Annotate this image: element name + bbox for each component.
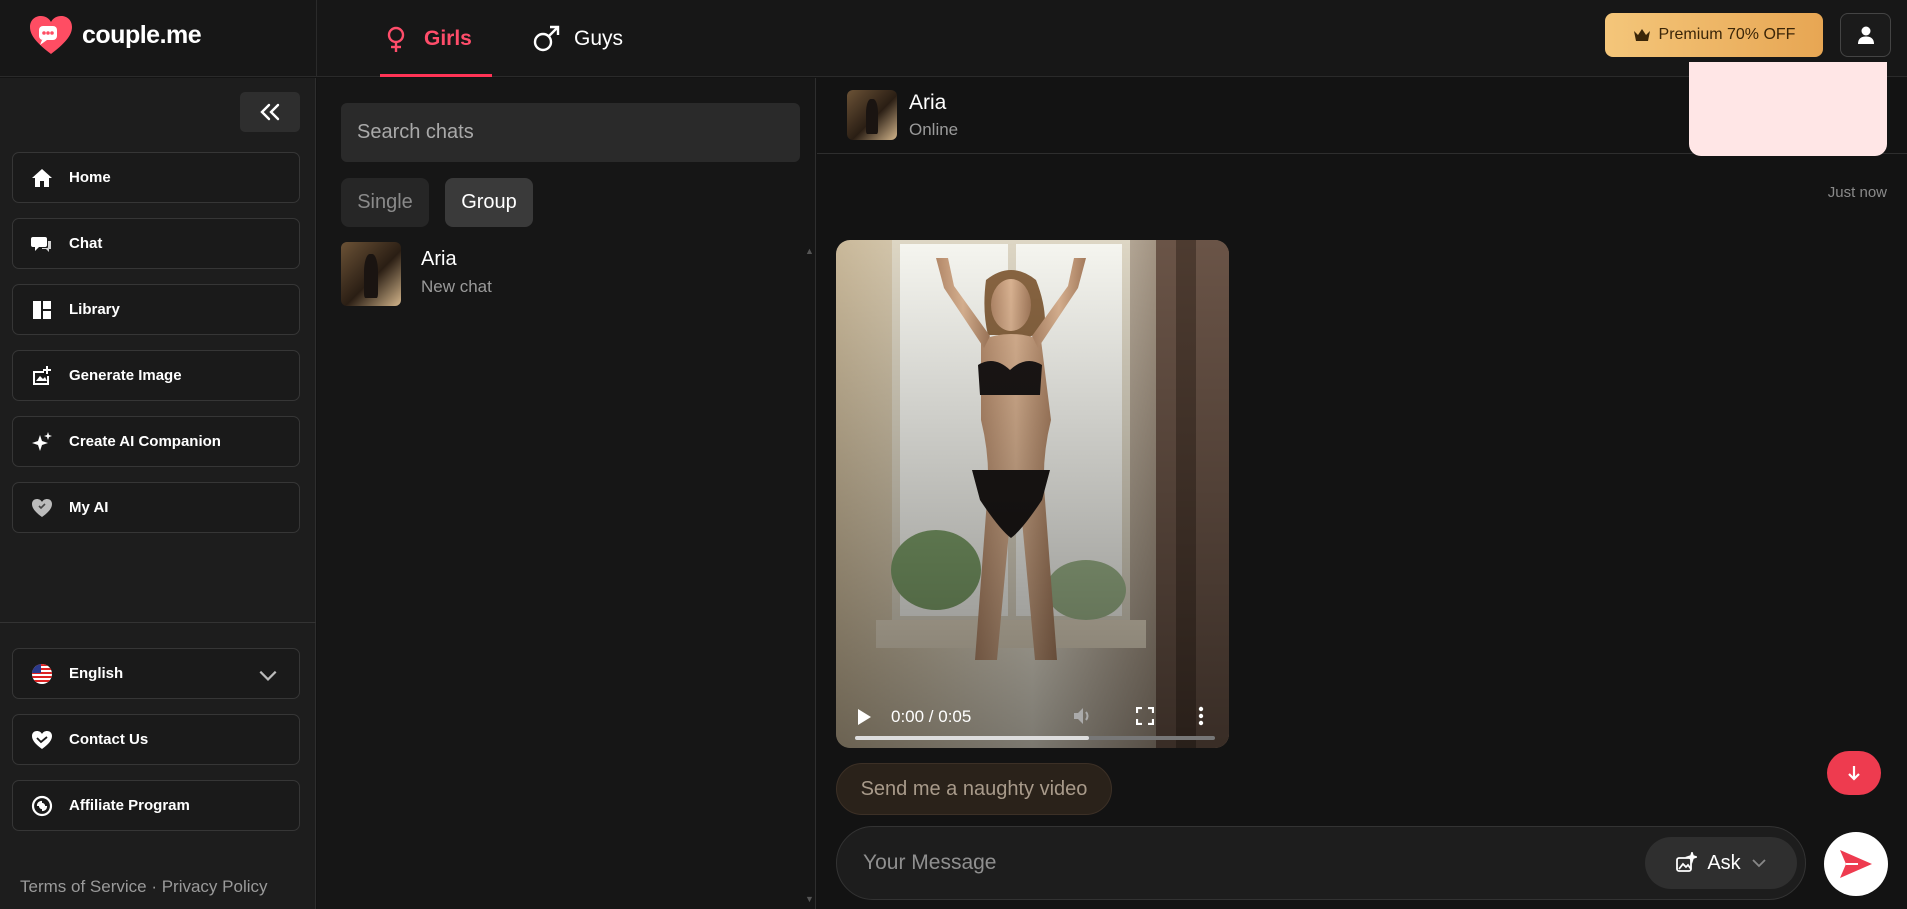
tab-girls-label: Girls: [424, 26, 472, 50]
tab-girls[interactable]: Girls: [380, 0, 492, 77]
sidebar-item-label: Home: [69, 169, 111, 186]
avatar: [341, 242, 401, 306]
brand-name: couple.me: [82, 20, 202, 49]
tab-guys[interactable]: Guys: [532, 0, 623, 77]
chat-panel: Aria Online Just now 0:00 / 0:05 Send me…: [817, 62, 1907, 909]
footer-links: Terms of Service · Privacy Policy: [20, 877, 268, 897]
affiliate-icon: [31, 795, 53, 816]
message-composer: Ask: [836, 826, 1806, 900]
play-icon[interactable]: [856, 708, 872, 726]
sidebar-item-my-ai[interactable]: My AI: [12, 482, 300, 533]
contact-name: Aria: [909, 91, 947, 114]
topbar-divider: [316, 0, 317, 77]
sidebar-item-label: Contact Us: [69, 731, 149, 748]
tab-guys-label: Guys: [574, 26, 624, 50]
chat-list-scrollbar[interactable]: ▲ ▼: [805, 246, 814, 906]
footer-separator: ·: [146, 877, 162, 896]
send-icon: [1840, 850, 1872, 878]
us-flag-icon: [32, 663, 52, 684]
sidebar-item-label: Affiliate Program: [69, 797, 190, 814]
chat-item-preview: New chat: [421, 277, 492, 296]
image-sparkle-icon: [1676, 852, 1698, 872]
crown-icon: [1633, 29, 1650, 41]
double-chevron-left-icon: [260, 103, 280, 121]
chat-item-name: Aria: [421, 248, 457, 270]
search-chats-input[interactable]: [341, 103, 800, 162]
logo-heart-icon: [30, 16, 72, 54]
language-select[interactable]: English: [12, 648, 300, 699]
volume-icon[interactable]: [1072, 706, 1094, 726]
profile-button[interactable]: [1840, 13, 1891, 57]
sidebar-item-contact-us[interactable]: Contact Us: [12, 714, 300, 765]
sidebar-item-affiliate-program[interactable]: Affiliate Program: [12, 780, 300, 831]
arrow-down-icon: [1848, 766, 1860, 781]
suggested-reply-chip[interactable]: Send me a naughty video: [836, 763, 1112, 815]
video-message[interactable]: 0:00 / 0:05: [836, 240, 1229, 748]
user-icon: [1857, 26, 1874, 44]
library-icon: [33, 300, 51, 319]
premium-button[interactable]: Premium 70% OFF: [1605, 13, 1823, 57]
chat-list-item[interactable]: Aria New chat: [341, 242, 801, 312]
message-timestamp: Just now: [1827, 184, 1887, 201]
image-plus-icon: [33, 365, 51, 385]
sparkle-icon: [32, 431, 52, 451]
scroll-to-bottom-button[interactable]: [1827, 751, 1881, 795]
collapse-sidebar-button[interactable]: [240, 92, 300, 132]
top-bar: couple.me Girls Guys Premium 70% OFF: [0, 0, 1907, 77]
message-input[interactable]: [839, 829, 1629, 897]
fullscreen-icon[interactable]: [1136, 707, 1154, 725]
sidebar-divider: [0, 622, 316, 623]
filter-single[interactable]: Single: [341, 178, 429, 227]
sidebar-item-label: Generate Image: [69, 367, 182, 384]
contact-avatar[interactable]: [847, 90, 897, 140]
sidebar-item-home[interactable]: Home: [12, 152, 300, 203]
logo[interactable]: couple.me: [28, 14, 202, 56]
filter-group[interactable]: Group: [445, 178, 533, 227]
chevron-down-icon: [1752, 859, 1766, 868]
privacy-link[interactable]: Privacy Policy: [162, 877, 268, 896]
female-symbol-icon: [387, 26, 405, 52]
chat-icon: [31, 236, 51, 252]
video-time: 0:00 / 0:05: [891, 707, 972, 726]
video-progress-fill: [855, 736, 1089, 740]
more-options-icon[interactable]: [1198, 706, 1204, 726]
video-controls: [836, 240, 1229, 748]
send-button[interactable]: [1824, 832, 1888, 896]
previous-message-bubble: [1689, 62, 1887, 156]
sidebar-item-library[interactable]: Library: [12, 284, 300, 335]
chevron-down-icon: [259, 670, 277, 681]
sidebar-item-label: My AI: [69, 499, 109, 516]
language-label: English: [69, 665, 124, 682]
video-progress-bar[interactable]: [855, 736, 1215, 740]
ask-dropdown-button[interactable]: Ask: [1645, 837, 1797, 889]
ask-label: Ask: [1707, 851, 1741, 874]
premium-label: Premium 70% OFF: [1658, 26, 1796, 43]
sidebar-item-label: Chat: [69, 235, 103, 252]
heart-icon: [32, 498, 52, 517]
contact-status: Online: [909, 120, 959, 139]
sidebar-item-generate-image[interactable]: Generate Image: [12, 350, 300, 401]
sidebar-item-label: Create AI Companion: [69, 433, 221, 450]
home-icon: [32, 168, 52, 187]
sidebar-item-label: Library: [69, 301, 120, 318]
sidebar-item-chat[interactable]: Chat: [12, 218, 300, 269]
terms-link[interactable]: Terms of Service: [20, 877, 147, 896]
sidebar-item-create-ai-companion[interactable]: Create AI Companion: [12, 416, 300, 467]
handshake-heart-icon: [32, 730, 52, 749]
male-symbol-icon: [533, 25, 560, 51]
chat-list-panel: Single Group Aria New chat ▲ ▼: [317, 78, 816, 909]
sidebar: Home Chat Library Generate Image Create …: [0, 78, 316, 909]
